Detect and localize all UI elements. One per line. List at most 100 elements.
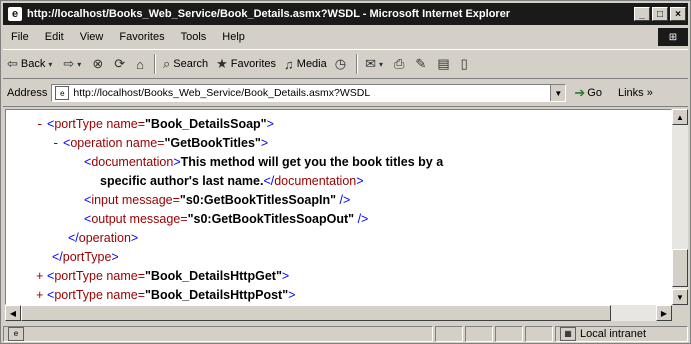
scroll-down-arrow-icon[interactable]: ▼ (672, 289, 688, 305)
expand-marker[interactable]: + (36, 289, 44, 303)
vertical-scrollbar[interactable]: ▲ ▼ (672, 109, 688, 305)
title-bar[interactable]: e http://localhost/Books_Web_Service/Boo… (3, 3, 688, 25)
go-button[interactable]: ➔ Go (574, 85, 602, 101)
scroll-right-arrow-icon[interactable]: ▶ (656, 305, 672, 321)
discuss-icon: ▤ (437, 56, 450, 71)
page-status-icon: e (8, 326, 24, 341)
scroll-corner (672, 305, 688, 321)
toolbar-separator (153, 54, 156, 74)
back-button[interactable]: ⇦ Back ▾ (3, 53, 59, 75)
page-icon: e (55, 86, 70, 100)
menu-favorites[interactable]: Favorites (111, 31, 172, 43)
mail-dropdown-icon[interactable]: ▾ (379, 60, 383, 69)
collapse-marker[interactable]: - (52, 137, 60, 151)
print-button[interactable]: ⎙ (390, 53, 411, 75)
messenger-button[interactable]: ▯ (457, 53, 475, 75)
xml-line: + <portType name="Book_DetailsHttpPost"> (36, 288, 296, 303)
forward-button[interactable]: ⇨ ▾ (59, 53, 88, 75)
home-icon: ⌂ (136, 56, 144, 72)
address-dropdown-icon[interactable]: ▼ (550, 85, 566, 101)
links-button[interactable]: Links » (618, 87, 653, 99)
horizontal-scrollbar[interactable]: ◀ ▶ (5, 305, 672, 321)
favorites-icon: ★ (216, 56, 228, 71)
favorites-button[interactable]: ★ Favorites (212, 53, 280, 75)
toolbar-separator (356, 54, 359, 74)
address-input[interactable]: e http://localhost/Books_Web_Service/Boo… (51, 84, 567, 102)
status-bar: e ▦ Local intranet (3, 324, 688, 343)
horizontal-scroll-track[interactable] (611, 305, 656, 321)
search-icon: ⌕ (162, 56, 171, 71)
status-pane (495, 325, 523, 342)
xml-line: <documentation>This method will get you … (84, 155, 444, 169)
vertical-scroll-thumb[interactable] (672, 249, 688, 287)
links-chevron-icon: » (646, 87, 653, 99)
horizontal-scroll-thumb[interactable] (21, 305, 611, 321)
home-button[interactable]: ⌂ (132, 53, 151, 75)
scroll-left-arrow-icon[interactable]: ◀ (5, 305, 21, 321)
status-pane (435, 325, 463, 342)
address-bar: Address e http://localhost/Books_Web_Ser… (3, 80, 688, 107)
status-pane-main: e (3, 325, 433, 342)
refresh-icon: ⟳ (114, 56, 126, 71)
media-icon: ♫ (284, 56, 294, 72)
mail-button[interactable]: ✉ ▾ (361, 53, 390, 75)
ie-logo-icon: e (8, 7, 22, 21)
windows-logo-icon: ⊞ (658, 28, 688, 46)
menu-view[interactable]: View (72, 31, 112, 43)
history-button[interactable]: ◷ (331, 53, 353, 75)
intranet-zone-icon: ▦ (560, 326, 576, 341)
xml-line: <input message="s0:GetBookTitlesSoapIn" … (84, 193, 351, 207)
xml-line: - <portType name="Book_DetailsSoap"> (36, 117, 274, 132)
stop-icon: ⊗ (92, 56, 104, 71)
menu-edit[interactable]: Edit (37, 31, 72, 43)
xml-line: </operation> (68, 231, 139, 245)
messenger-icon: ▯ (460, 56, 468, 71)
forward-dropdown-icon[interactable]: ▾ (77, 60, 81, 69)
standard-toolbar: ⇦ Back ▾ ⇨ ▾ ⊗ ⟳ ⌂ ⌕ Search ★ Favorites … (3, 49, 688, 79)
go-arrow-icon: ➔ (574, 85, 586, 100)
window-title: http://localhost/Books_Web_Service/Book_… (27, 8, 511, 20)
address-label: Address (7, 87, 48, 99)
xml-line: <output message="s0:GetBookTitlesSoapOut… (84, 212, 369, 226)
status-pane (465, 325, 493, 342)
scroll-up-arrow-icon[interactable]: ▲ (672, 109, 688, 125)
collapse-marker[interactable]: - (36, 118, 44, 132)
xml-line: + <portType name="Book_DetailsHttpGet"> (36, 269, 290, 284)
menu-file[interactable]: File (3, 31, 37, 43)
expand-marker[interactable]: + (36, 270, 44, 284)
favorites-label: Favorites (230, 58, 277, 70)
refresh-button[interactable]: ⟳ (110, 53, 132, 75)
status-pane (525, 325, 553, 342)
minimize-button[interactable]: _ (634, 7, 650, 21)
back-label: Back (20, 58, 46, 70)
media-label: Media (296, 58, 327, 70)
search-label: Search (173, 58, 209, 70)
back-arrow-icon: ⇦ (7, 56, 18, 71)
links-label: Links (617, 87, 644, 99)
security-zone-label: Local intranet (580, 327, 647, 340)
media-button[interactable]: ♫ Media (280, 53, 331, 75)
maximize-button[interactable]: □ (652, 7, 668, 21)
mail-icon: ✉ (365, 56, 376, 71)
xml-content-pane[interactable]: - <portType name="Book_DetailsSoap"> - <… (5, 109, 672, 305)
discuss-button[interactable]: ▤ (433, 53, 456, 75)
menu-bar: File Edit View Favorites Tools Help ⊞ (3, 27, 688, 47)
xml-line: specific author's last name.</documentat… (100, 174, 364, 188)
menu-help[interactable]: Help (214, 31, 253, 43)
history-icon: ◷ (334, 56, 347, 71)
edit-icon: ✎ (415, 56, 427, 71)
go-label: Go (587, 87, 602, 99)
browser-window: e http://localhost/Books_Web_Service/Boo… (0, 0, 691, 344)
security-zone-pane[interactable]: ▦ Local intranet (555, 325, 688, 342)
forward-arrow-icon: ⇨ (63, 56, 75, 71)
edit-button[interactable]: ✎ (411, 53, 433, 75)
menu-tools[interactable]: Tools (173, 31, 215, 43)
xml-line: - <operation name="GetBookTitles"> (52, 136, 269, 151)
print-icon: ⎙ (394, 56, 405, 71)
close-button[interactable]: × (670, 7, 686, 21)
back-dropdown-icon[interactable]: ▾ (48, 60, 52, 69)
xml-line: </portType> (52, 250, 119, 264)
stop-button[interactable]: ⊗ (88, 53, 110, 75)
address-url[interactable]: http://localhost/Books_Web_Service/Book_… (73, 87, 550, 99)
search-button[interactable]: ⌕ Search (159, 53, 212, 75)
